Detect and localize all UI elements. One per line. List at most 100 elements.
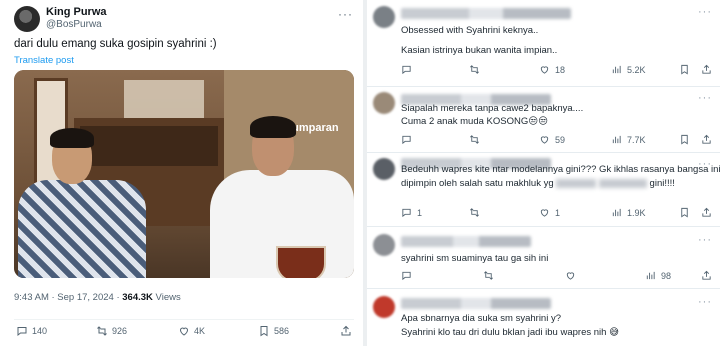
reply-text-segment: dipimpin oleh salah satu makhluk yg [401, 178, 554, 189]
views-count: 364.3K [122, 292, 153, 303]
replies-panel: ··· Obsessed with Syahrini keknya.. Kasi… [367, 0, 720, 346]
tweet-meta: 9:43 AM · Sep 17, 2024 · 364.3K Views [14, 292, 181, 303]
bookmark-count: 586 [274, 326, 290, 336]
repost-button[interactable] [469, 207, 485, 218]
reply-button[interactable] [401, 270, 417, 281]
reply-button[interactable] [401, 64, 417, 75]
reply-item[interactable]: ··· Siapalah mereka tanpa cawe2 bapaknya… [367, 86, 720, 153]
views-label: Views [152, 292, 181, 303]
reply-text-line: Obsessed with Syahrini keknya.. [401, 25, 539, 36]
reply-icon [402, 208, 411, 218]
media-person-right-hair [250, 116, 296, 138]
share-icon [702, 270, 711, 280]
reply-text-line: Kasian istrinya bukan wanita impian.. [401, 45, 558, 56]
share-button[interactable] [701, 134, 717, 145]
views-button[interactable]: 98 [645, 270, 671, 281]
reply-actions: 18 5.2K [401, 64, 713, 78]
reply-button[interactable]: 1 [401, 207, 422, 218]
like-button[interactable] [565, 270, 581, 281]
media-shelf-inner [80, 126, 218, 166]
share-button[interactable] [701, 207, 717, 218]
repost-icon [470, 135, 479, 144]
views-button[interactable]: 5.2K [611, 64, 646, 75]
like-count: 1 [555, 207, 561, 218]
reply-text-line: Bedeuhh wapres kite ntar modelannya gini… [401, 164, 720, 175]
reply-item[interactable]: ··· Apa sbnarnya dia suka sm syahrini y?… [367, 288, 720, 346]
tweet-media-image[interactable]: kumparan [14, 70, 354, 278]
repost-count: 926 [112, 326, 128, 336]
share-button[interactable] [340, 325, 356, 337]
bookmark-button[interactable]: 586 [258, 325, 289, 337]
author-handle[interactable]: @BosPurwa [46, 19, 102, 30]
reply-actions: 1 1 1.9K [401, 207, 713, 221]
redacted-username [401, 8, 571, 19]
reply-button[interactable] [401, 134, 417, 145]
views-count: 5.2K [627, 64, 646, 75]
more-options-icon[interactable]: ··· [698, 234, 712, 246]
avatar[interactable] [373, 158, 395, 180]
repost-button[interactable] [469, 64, 485, 75]
media-cup [276, 246, 326, 278]
like-count: 59 [555, 134, 566, 145]
repost-button[interactable] [469, 134, 485, 145]
like-count: 18 [555, 64, 566, 75]
more-options-icon[interactable]: ··· [338, 7, 353, 21]
avatar[interactable] [373, 6, 395, 28]
reply-icon [17, 327, 27, 337]
views-count: 1.9K [627, 207, 646, 218]
main-tweet[interactable]: King Purwa @BosPurwa ··· dari dulu emang… [0, 0, 363, 346]
reply-text-line: dipimpin oleh salah satu makhluk yg gini… [401, 177, 675, 190]
reply-icon [402, 135, 411, 145]
views-count: 7.7K [627, 134, 646, 145]
like-button[interactable]: 18 [539, 64, 565, 75]
reply-count: 1 [417, 207, 423, 218]
repost-button[interactable]: 926 [96, 325, 127, 337]
reply-icon [402, 271, 411, 281]
share-icon [341, 325, 351, 336]
reply-item[interactable]: ··· syahrini sm suaminya tau ga sih ini … [367, 226, 720, 289]
reply-button[interactable]: 140 [16, 325, 47, 337]
redacted-username [401, 298, 551, 309]
more-options-icon[interactable]: ··· [698, 92, 712, 104]
repost-icon [484, 271, 493, 280]
like-button[interactable]: 59 [539, 134, 565, 145]
bookmark-button[interactable] [679, 64, 695, 75]
views-button[interactable]: 1.9K [611, 207, 646, 218]
heart-icon [566, 272, 575, 280]
reply-count: 140 [32, 326, 48, 336]
analytics-icon [612, 135, 621, 144]
like-button[interactable]: 1 [539, 207, 560, 218]
reply-text-segment: gini!!!! [649, 178, 675, 189]
tweet-timestamp[interactable]: 9:43 AM · Sep 17, 2024 · [14, 292, 122, 303]
more-options-icon[interactable]: ··· [698, 296, 712, 308]
reply-item[interactable]: ··· Bedeuhh wapres kite ntar modelannya … [367, 152, 720, 227]
reply-actions: 98 [401, 270, 713, 284]
reply-text-line: Syahrini klo tau dri dulu bklan jadi ibu… [401, 327, 619, 338]
more-options-icon[interactable]: ··· [698, 6, 712, 18]
author-name[interactable]: King Purwa [46, 6, 107, 18]
views-button[interactable]: 7.7K [611, 134, 646, 145]
tweet-text: dari dulu emang suka gosipin syahrini :) [14, 38, 217, 50]
share-button[interactable] [701, 64, 717, 75]
redacted-username [401, 236, 531, 247]
reply-item[interactable]: ··· Obsessed with Syahrini keknya.. Kasi… [367, 0, 720, 87]
avatar[interactable] [14, 6, 40, 32]
redacted-text [598, 178, 647, 188]
analytics-icon [646, 271, 655, 280]
avatar[interactable] [373, 234, 395, 256]
bookmark-button[interactable] [679, 134, 695, 145]
bookmark-icon [681, 134, 688, 145]
bookmark-button[interactable] [679, 207, 695, 218]
translate-post-link[interactable]: Translate post [14, 55, 74, 66]
avatar[interactable] [373, 296, 395, 318]
analytics-icon [612, 65, 621, 74]
redacted-text [556, 178, 597, 188]
media-wall-carving [124, 80, 204, 118]
avatar[interactable] [373, 92, 395, 114]
views-count: 98 [661, 270, 672, 281]
reply-icon [402, 65, 411, 75]
share-button[interactable] [701, 270, 717, 281]
repost-icon [470, 65, 479, 74]
like-button[interactable]: 4K [178, 325, 205, 337]
repost-button[interactable] [483, 270, 499, 281]
